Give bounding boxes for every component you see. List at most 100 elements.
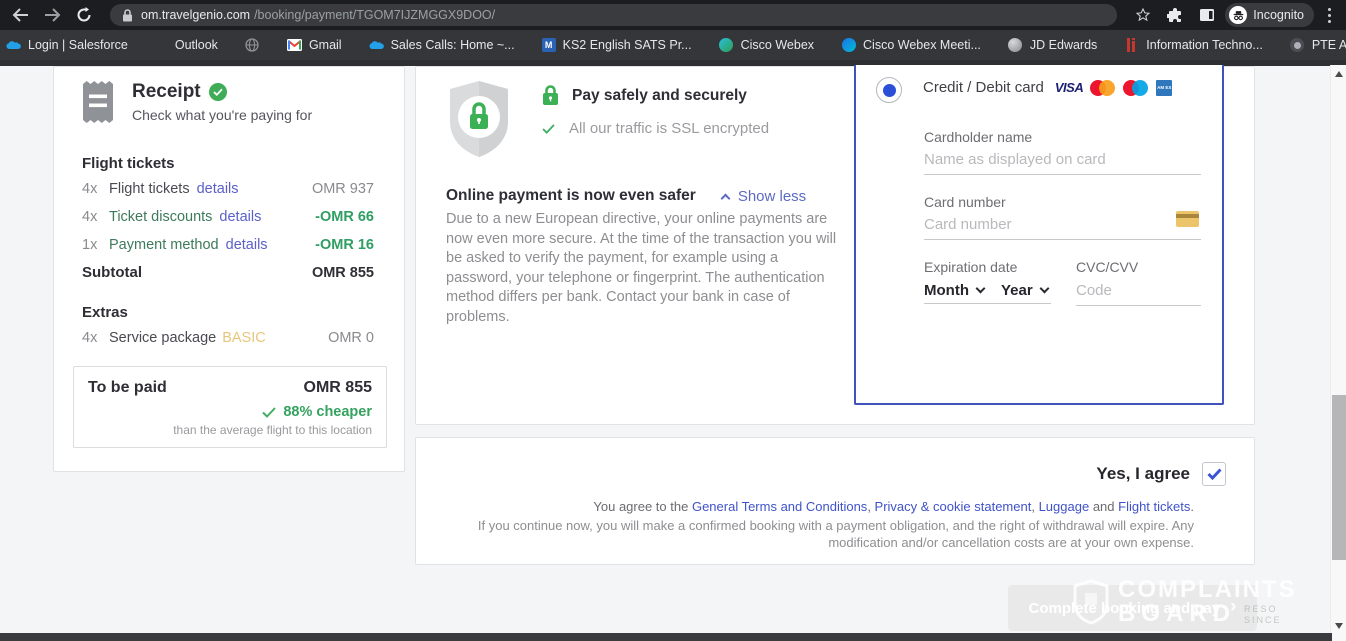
side-panel-icon[interactable] [1193,2,1221,28]
month-value: Month [924,282,969,299]
terms-link-luggage[interactable]: Luggage [1039,499,1090,514]
credit-card-radio[interactable] [876,77,902,103]
row-label: Service package [109,330,216,346]
expiration-label: Expiration date [924,259,1017,275]
bookmark-pte-apeuni[interactable]: PTE APEUni - Best P... [1290,38,1346,53]
terms-link-general[interactable]: General Terms and Conditions [692,499,867,514]
microsoft-squares-icon [155,39,168,52]
green-check-badge-icon [209,83,227,101]
bookmark-star-icon[interactable] [1129,2,1157,28]
visa-logo-icon: VISA [1055,80,1083,95]
cheaper-note: than the average flight to this location [88,423,372,437]
receipt-row-ticket-discounts: 4x Ticket discounts details -OMR 66 [82,209,374,225]
forward-icon[interactable] [38,2,66,28]
bookmark-sales-calls[interactable]: Sales Calls: Home ~... [369,38,515,53]
terms-sep: , [867,499,874,514]
address-bar[interactable]: om.travelgenio.com/booking/payment/TGOM7… [110,4,1117,26]
maestro-logo-icon [1123,80,1149,96]
bookmark-outlook[interactable]: Outlook [155,38,218,52]
row-qty: 4x [82,330,109,346]
bookmark-cisco-webex-meetings[interactable]: Cisco Webex Meeti... [841,38,981,53]
receipt-title: Receipt [132,81,201,103]
subtotal-amount: OMR 855 [312,265,374,281]
terms-link-privacy[interactable]: Privacy & cookie statement [875,499,1032,514]
receipt-subtotal-row: Subtotal OMR 855 [82,264,374,281]
bookmark-label: Cisco Webex Meeti... [863,38,981,52]
details-link[interactable]: details [197,181,239,197]
webex-meetings-icon [842,38,856,52]
flight-tickets-heading: Flight tickets [82,155,374,172]
bookmark-cisco-webex[interactable]: Cisco Webex [719,38,814,53]
back-icon[interactable] [6,2,34,28]
row-qty: 4x [82,209,109,225]
scroll-down-icon[interactable] [1335,623,1343,629]
page-content: Receipt Check what you're paying for Fli… [0,60,1346,641]
scrollbar-thumb[interactable] [1332,395,1346,560]
bookmark-label: Information Techno... [1146,38,1263,52]
cardholder-input[interactable] [924,151,1201,175]
safer-title: Online payment is now even safer [446,187,696,205]
url-domain: om.travelgenio.com [141,8,250,22]
card-number-label: Card number [924,194,1006,210]
reload-icon[interactable] [70,2,98,28]
bookmark-globe[interactable] [245,38,260,53]
dark-circle-icon [1290,38,1304,52]
terms-sep: . [1190,499,1194,514]
row-label: Flight tickets [109,181,190,197]
show-less-link[interactable]: Show less [722,188,806,205]
scroll-up-icon[interactable] [1335,71,1343,77]
incognito-badge: Incognito [1225,3,1314,27]
year-value: Year [1001,282,1033,299]
row-qty: 4x [82,181,109,197]
details-link[interactable]: details [219,209,261,225]
credit-card-icon [1176,211,1199,227]
receipt-row-flight-tickets: 4x Flight tickets details OMR 937 [82,181,374,197]
bookmark-information-technology[interactable]: Information Techno... [1124,38,1263,53]
month-select[interactable]: Month [924,282,984,299]
basic-badge: BASIC [222,330,266,346]
row-amount: OMR 0 [328,330,374,346]
bookmark-label: KS2 English SATS Pr... [563,38,692,52]
terms-link-flight-tickets[interactable]: Flight tickets [1118,499,1190,514]
bottom-window-strip [0,633,1332,641]
receipt-subtitle: Check what you're paying for [132,107,312,123]
receipt-icon [80,81,116,123]
payment-panel: Pay safely and securely All our traffic … [415,66,1255,425]
card-number-input[interactable] [924,216,1201,240]
bookmark-ks2[interactable]: M KS2 English SATS Pr... [542,38,692,52]
page-scrollbar[interactable] [1330,65,1346,641]
terms-line: You agree to the General Terms and Condi… [593,499,1194,514]
bookmark-label: Sales Calls: Home ~... [391,38,515,52]
green-check-icon [542,124,555,134]
agreement-panel: Yes, I agree You agree to the General Te… [415,437,1255,565]
details-link[interactable]: details [226,237,268,253]
cardholder-label: Cardholder name [924,129,1032,145]
chrome-menu-icon[interactable] [1318,8,1340,23]
cvc-input[interactable] [1076,282,1201,306]
to-be-paid-box: To be paid OMR 855 88% cheaper than the … [73,366,387,448]
incognito-label: Incognito [1253,8,1304,22]
bookmark-label: Cisco Webex [741,38,814,52]
bookmark-salesforce[interactable]: Login | Salesforce [6,38,128,53]
browser-topbar: om.travelgenio.com/booking/payment/TGOM7… [0,0,1346,30]
bookmark-label: Login | Salesforce [28,38,128,52]
security-shield-icon [446,79,512,159]
chevron-down-icon [976,284,986,294]
chevron-down-icon [1039,284,1049,294]
terms-prefix: You agree to the [593,499,692,514]
bookmark-gmail[interactable]: Gmail [287,38,342,53]
bookmark-jd-edwards[interactable]: JD Edwards [1008,38,1097,53]
credit-card-form: Credit / Debit card VISA AM EX Cardholde… [854,65,1224,405]
bookmark-label: Outlook [175,38,218,52]
row-qty: 1x [82,237,109,253]
extensions-puzzle-icon[interactable] [1161,2,1189,28]
sphere-icon [1008,38,1022,52]
green-check-icon [262,407,276,418]
incognito-icon [1229,6,1247,24]
complete-booking-button[interactable]: Complete booking and pay › [1008,585,1257,631]
row-label: Payment method [109,237,219,253]
to-be-paid-label: To be paid [88,379,167,397]
agree-checkbox[interactable] [1202,462,1226,486]
year-select[interactable]: Year [1001,282,1048,299]
salesforce-cloud-icon [6,38,21,53]
